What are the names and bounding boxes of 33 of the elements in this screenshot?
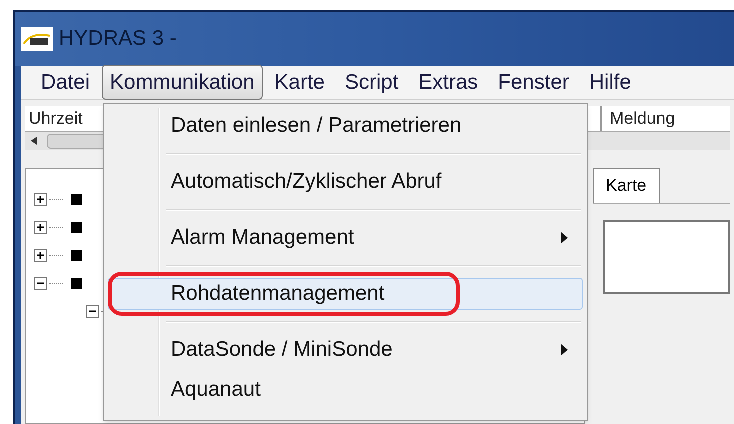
node-icon [71, 222, 82, 232]
node-icon [71, 194, 82, 204]
menu-item[interactable]: Extras [410, 64, 486, 100]
tab[interactable]: Karte [593, 168, 660, 202]
app-logo-icon [21, 27, 53, 51]
menu-option[interactable]: DataSonde / MiniSonde [108, 334, 583, 366]
expand-icon[interactable] [34, 248, 47, 262]
expand-icon[interactable] [34, 192, 47, 206]
menu-option[interactable]: Aquanaut [108, 374, 583, 406]
expand-icon[interactable] [34, 220, 47, 234]
menu-option[interactable]: Daten einlesen / Parametrieren [108, 110, 583, 142]
submenu-arrow-icon [561, 232, 568, 244]
menu-option[interactable]: Alarm Management [108, 222, 583, 254]
menu-option[interactable]: Automatisch/Zyklischer Abruf [108, 166, 583, 198]
node-icon [71, 278, 82, 288]
window-title: HYDRAS 3 - [59, 26, 177, 52]
menu-item[interactable]: Fenster [490, 64, 578, 100]
menu-option[interactable]: Rohdatenmanagement [108, 278, 583, 310]
menu-item[interactable]: Kommunikation [102, 64, 263, 100]
submenu-arrow-icon [561, 344, 568, 356]
scroll-left-icon[interactable] [31, 137, 37, 145]
connector-line [49, 254, 63, 256]
menu-item[interactable]: Script [336, 64, 407, 100]
menu-item[interactable]: Datei [33, 64, 98, 100]
connector-line [49, 198, 63, 200]
column-header[interactable]: Meldung [601, 106, 730, 131]
menu-item[interactable]: Karte [266, 64, 333, 100]
collapse-icon[interactable] [86, 304, 99, 318]
node-icon [71, 250, 82, 260]
connector-line [49, 282, 63, 284]
collapse-icon[interactable] [34, 276, 47, 290]
connector-line [49, 226, 63, 228]
menu-item[interactable]: Hilfe [581, 64, 640, 100]
